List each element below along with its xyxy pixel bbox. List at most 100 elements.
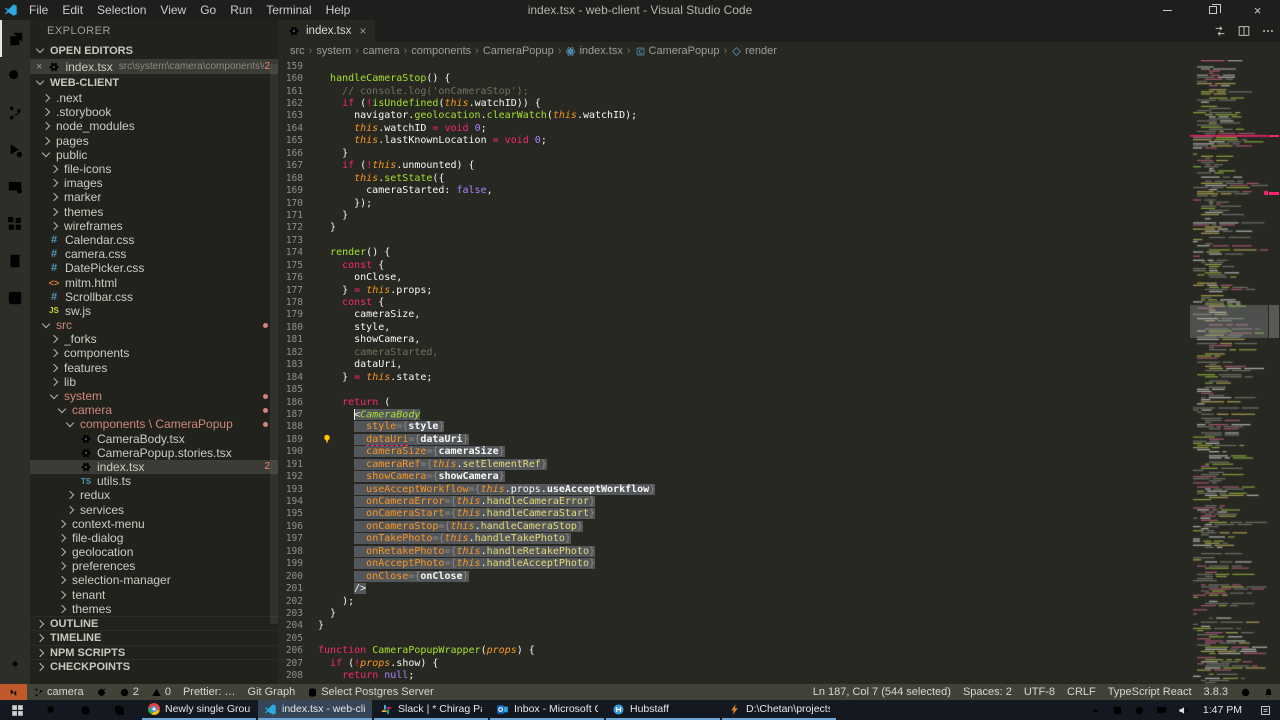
tree-item-public[interactable]: public xyxy=(30,148,278,162)
tree-item-camerapopup-stories-tsx[interactable]: CameraPopup.stories.tsx xyxy=(30,446,278,460)
taskbar-search-icon[interactable] xyxy=(34,700,68,720)
status-remote-indicator[interactable] xyxy=(0,684,27,700)
minimap[interactable] xyxy=(1190,60,1268,684)
status-indentation[interactable]: Spaces: 2 xyxy=(957,684,1018,700)
status-language-mode[interactable]: TypeScript React xyxy=(1102,684,1198,700)
menu-selection[interactable]: Selection xyxy=(90,0,153,20)
tree-item-context-menu[interactable]: context-menu xyxy=(30,517,278,531)
tree-item-camerabody-tsx[interactable]: CameraBody.tsx xyxy=(30,432,278,446)
open-changes-icon[interactable] xyxy=(1208,20,1232,42)
status-notifications[interactable] xyxy=(1257,684,1280,700)
status-errors[interactable]: 2 xyxy=(113,684,145,700)
sidebar-scrollbar[interactable] xyxy=(270,64,278,624)
breadcrumb-src[interactable]: src xyxy=(290,45,305,57)
action-center-icon[interactable] xyxy=(1250,704,1280,717)
section-checkpoints[interactable]: CHECKPOINTS xyxy=(30,659,278,674)
status-prettier[interactable]: Prettier: … xyxy=(177,684,242,700)
taskbar-app-hubstaff[interactable]: Hubstaff xyxy=(606,700,720,720)
tree-item-camera[interactable]: camera xyxy=(30,403,278,417)
status-sync[interactable] xyxy=(90,684,113,700)
tree-item-wireframes[interactable]: wireframes xyxy=(30,219,278,233)
status-warnings[interactable]: 0 xyxy=(145,684,177,700)
taskbar-app-outlook[interactable]: Inbox - Microsoft Out... xyxy=(490,700,604,720)
tree-item-tenant[interactable]: tenant xyxy=(30,588,278,602)
breadcrumb-camerapopup[interactable]: CameraPopup xyxy=(635,45,720,57)
close-icon[interactable]: × xyxy=(1235,0,1280,20)
activity-settings[interactable] xyxy=(0,645,30,682)
activity-explorer[interactable] xyxy=(0,20,30,57)
activity-source-control[interactable] xyxy=(0,94,30,131)
breadcrumb-camera[interactable]: camera xyxy=(363,45,400,57)
close-editor-icon[interactable]: × xyxy=(36,61,42,73)
status-cursor-position[interactable]: Ln 187, Col 7 (544 selected) xyxy=(807,684,957,700)
breadcrumb-render[interactable]: render xyxy=(731,45,777,57)
status-eol[interactable]: CRLF xyxy=(1061,684,1102,700)
start-icon[interactable] xyxy=(0,700,34,720)
restore-icon[interactable] xyxy=(1190,0,1235,20)
activity-run-debug[interactable] xyxy=(0,131,30,168)
tree-item-redux[interactable]: redux xyxy=(30,488,278,502)
tree-item-file-icons[interactable]: file-icons xyxy=(30,162,278,176)
breadcrumb-system[interactable]: system xyxy=(316,45,351,57)
overview-ruler[interactable] xyxy=(1268,60,1280,684)
status-git-graph[interactable]: Git Graph xyxy=(242,684,302,700)
tree-item-datepicker-css[interactable]: #DatePicker.css xyxy=(30,261,278,275)
tree-item--next[interactable]: .next xyxy=(30,91,278,105)
menu-terminal[interactable]: Terminal xyxy=(259,0,318,20)
tray-circle-icon[interactable] xyxy=(1129,704,1151,717)
section-npm-scripts[interactable]: NPM SCRIPTS xyxy=(30,645,278,660)
tree-item-marker[interactable]: marker xyxy=(30,190,278,204)
breadcrumb-components[interactable]: components xyxy=(411,45,471,57)
tree-item-features[interactable]: features xyxy=(30,361,278,375)
more-actions-icon[interactable] xyxy=(1256,20,1280,42)
menu-run[interactable]: Run xyxy=(223,0,259,20)
activity-extensions[interactable] xyxy=(0,205,30,242)
open-editor-item[interactable]: × index.tsx src\system\camera\components… xyxy=(30,59,278,74)
task-view-icon[interactable] xyxy=(102,700,136,720)
tree-item-file-dialog[interactable]: file-dialog xyxy=(30,531,278,545)
taskbar-app-vscode[interactable]: index.tsx - web-client... xyxy=(258,700,372,720)
tree-item-components-camerapopup[interactable]: components \ CameraPopup xyxy=(30,417,278,431)
tree-item--storybook[interactable]: .storybook xyxy=(30,105,278,119)
menu-go[interactable]: Go xyxy=(193,0,223,20)
tree-item-mitm-html[interactable]: <>mitm.html xyxy=(30,275,278,289)
open-editors-header[interactable]: OPEN EDITORS xyxy=(30,42,278,59)
status-postgres-server[interactable]: Select Postgres Server xyxy=(301,684,440,700)
menu-file[interactable]: File xyxy=(22,0,55,20)
tab-index-tsx[interactable]: index.tsx × xyxy=(278,20,375,42)
cortana-icon[interactable] xyxy=(68,700,102,720)
code-editor[interactable]: 159160 handleCameraStop() {161 // consol… xyxy=(278,60,1190,684)
tree-item-src[interactable]: src xyxy=(30,318,278,332)
tree-item-geolocation[interactable]: geolocation xyxy=(30,545,278,559)
taskbar-app-slack[interactable]: Slack | * Chirag Parm... xyxy=(374,700,488,720)
menu-help[interactable]: Help xyxy=(319,0,358,20)
menu-edit[interactable]: Edit xyxy=(55,0,90,20)
project-root-header[interactable]: WEB-CLIENT xyxy=(30,74,278,91)
tree-item-index-tsx[interactable]: index.tsx 2 xyxy=(30,460,278,474)
minimize-icon[interactable] xyxy=(1145,0,1190,20)
tray-square-icon[interactable] xyxy=(1107,704,1129,717)
activity-postgres-explorer[interactable] xyxy=(0,279,30,316)
tree-item-themes[interactable]: themes xyxy=(30,205,278,219)
section-timeline[interactable]: TIMELINE xyxy=(30,630,278,645)
activity-remote-explorer[interactable] xyxy=(0,168,30,205)
lightbulb-icon[interactable] xyxy=(322,434,332,444)
tree-item-camera-css[interactable]: #camera.css xyxy=(30,247,278,261)
network-icon[interactable] xyxy=(1151,704,1173,717)
tree-item-pages[interactable]: pages xyxy=(30,134,278,148)
menu-view[interactable]: View xyxy=(153,0,193,20)
breadcrumb-index-tsx[interactable]: index.tsx xyxy=(565,45,622,57)
activity-search[interactable] xyxy=(0,57,30,94)
status-git-branch[interactable]: camera xyxy=(27,684,90,700)
tree-item-calendar-css[interactable]: #Calendar.css xyxy=(30,233,278,247)
activity-notebook[interactable] xyxy=(0,242,30,279)
tree-item-sw-js[interactable]: JSsw.js xyxy=(30,304,278,318)
volume-icon[interactable] xyxy=(1173,704,1195,717)
tree-item-lib[interactable]: lib xyxy=(30,375,278,389)
tree-item-system[interactable]: system xyxy=(30,389,278,403)
tab-close-icon[interactable]: × xyxy=(359,24,366,38)
tree-item-images[interactable]: images xyxy=(30,176,278,190)
section-outline[interactable]: OUTLINE xyxy=(30,616,278,631)
tree-item-components[interactable]: components xyxy=(30,346,278,360)
tree-item-utils-ts[interactable]: TSutils.ts xyxy=(30,474,278,488)
